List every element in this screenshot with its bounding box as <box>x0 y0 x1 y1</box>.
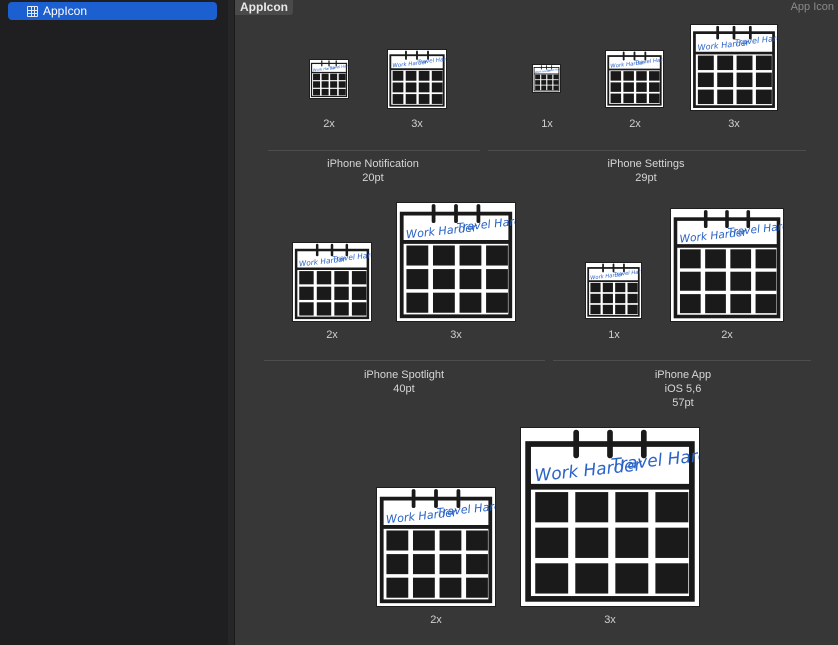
scale-label: 2x <box>323 118 335 130</box>
group-name: iPhone Settings <box>607 158 685 170</box>
icon-slot-settings-1x[interactable]: Work Harder Travel Harder <box>532 64 561 93</box>
asset-catalog-icon <box>27 5 38 17</box>
group-label-iphone-app: iPhone App iOS 5,6 57pt <box>583 368 783 410</box>
split-view-divider[interactable] <box>228 0 235 645</box>
group-name: iPhone Spotlight <box>363 369 445 381</box>
icon-slot-row3-2x[interactable]: Work Harder Travel Harder <box>376 487 496 607</box>
group-divider <box>488 150 806 151</box>
calendar-icon: Work HarderTravel Harder <box>673 210 783 319</box>
calendar-icon: Work HarderTravel Harder <box>693 25 777 108</box>
sidebar-item-label: AppIcon <box>43 4 88 18</box>
icon-set-type-label: App Icon <box>790 1 834 13</box>
calendar-icon: Work HarderTravel Harder <box>607 51 663 106</box>
group-label-iphone-spotlight: iPhone Spotlight 40pt <box>304 368 504 396</box>
calendar-icon: Work HarderTravel Harder <box>525 429 699 602</box>
navigator-sidebar: AppIcon <box>0 0 229 645</box>
sidebar-item-appicon[interactable]: AppIcon <box>8 2 217 20</box>
icon-slot-notification-3x[interactable]: Work Harder Travel Harder <box>387 49 447 109</box>
scale-label: 1x <box>541 118 553 130</box>
group-label-iphone-settings: iPhone Settings 29pt <box>546 157 746 185</box>
group-divider <box>264 360 545 361</box>
icon-slot-settings-3x[interactable]: Work Harder Travel Harder <box>690 24 778 111</box>
group-name: iPhone App <box>654 369 712 381</box>
scale-label: 3x <box>411 118 423 130</box>
icon-slot-settings-2x[interactable]: Work Harder Travel Harder <box>605 50 664 108</box>
scale-label: 1x <box>608 329 620 341</box>
icon-slot-spotlight-3x[interactable]: Work Harder Travel Harder <box>396 202 516 322</box>
group-os: iOS 5,6 <box>664 383 702 395</box>
scale-label: 2x <box>430 614 442 626</box>
icon-slot-row3-3x[interactable]: Work Harder Travel Harder <box>520 427 700 607</box>
group-divider <box>268 150 480 151</box>
group-size: 20pt <box>362 172 384 184</box>
icon-slot-app-2x[interactable]: Work Harder Travel Harder <box>670 208 784 322</box>
scale-label: 2x <box>629 118 641 130</box>
group-divider <box>553 360 811 361</box>
scale-label: 3x <box>604 614 616 626</box>
calendar-icon: Work HarderTravel Harder <box>389 50 446 107</box>
calendar-icon: Work HarderTravel Harder <box>310 60 348 98</box>
scale-label: 2x <box>326 329 338 341</box>
group-size: 40pt <box>393 383 415 395</box>
calendar-icon: Work HarderTravel Harder <box>399 204 515 319</box>
icon-slot-notification-2x[interactable]: Work Harder Travel Harder <box>309 59 349 99</box>
calendar-icon: Work HarderTravel Harder <box>533 65 560 92</box>
icon-set-title[interactable]: AppIcon <box>235 0 293 15</box>
scale-label: 2x <box>721 329 733 341</box>
icon-slot-app-1x[interactable]: Work Harder Travel Harder <box>585 262 642 319</box>
calendar-icon: Work HarderTravel Harder <box>587 263 641 317</box>
group-name: iPhone Notification <box>327 158 419 170</box>
icon-slot-spotlight-2x[interactable]: Work Harder Travel Harder <box>292 242 372 322</box>
group-size: 29pt <box>635 172 657 184</box>
scale-label: 3x <box>450 329 462 341</box>
group-label-iphone-notification: iPhone Notification 20pt <box>273 157 473 185</box>
scale-label: 3x <box>728 118 740 130</box>
group-size: 57pt <box>672 397 694 409</box>
calendar-icon: Work HarderTravel Harder <box>379 489 495 604</box>
calendar-icon: Work HarderTravel Harder <box>294 243 371 320</box>
